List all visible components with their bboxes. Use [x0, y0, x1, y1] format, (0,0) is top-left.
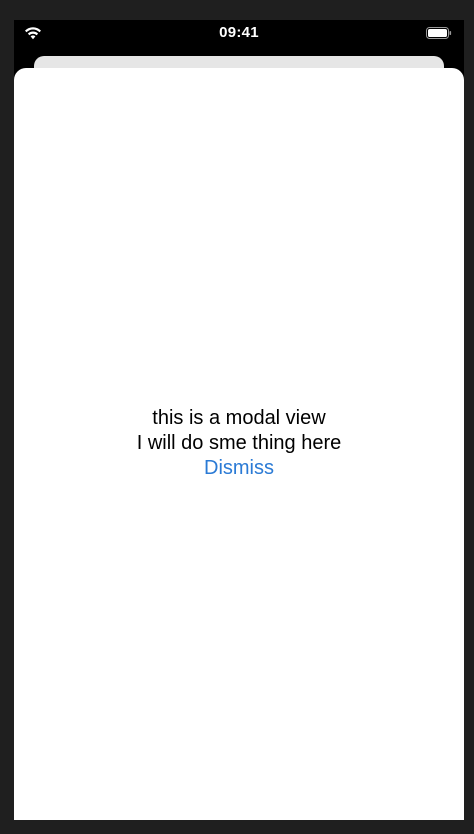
modal-content: this is a modal view I will do sme thing… [14, 406, 464, 481]
device-screen: 09:41 this is a modal view I will do sme… [14, 20, 464, 820]
modal-text-line-2: I will do sme thing here [136, 432, 342, 454]
modal-sheet: this is a modal view I will do sme thing… [14, 68, 464, 820]
status-time: 09:41 [219, 24, 259, 41]
status-bar: 09:41 [14, 20, 464, 48]
modal-text-line-1: this is a modal view [152, 407, 326, 429]
battery-icon [426, 27, 452, 39]
dismiss-button[interactable]: Dismiss [204, 456, 274, 481]
